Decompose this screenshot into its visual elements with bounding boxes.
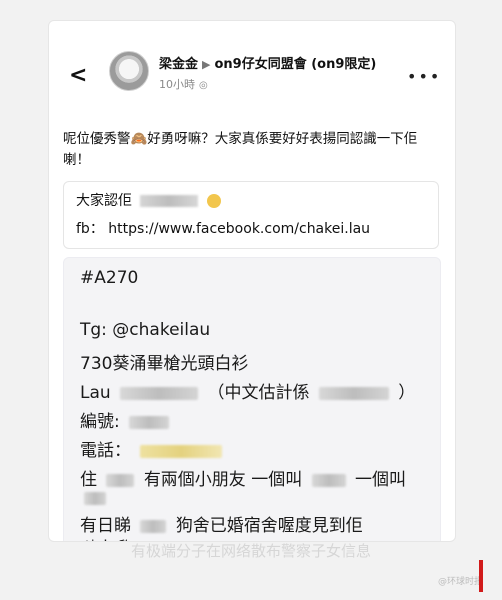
censored-phone — [140, 444, 223, 458]
detail-phone-line: 電話： — [80, 436, 226, 461]
censored-child-name-2 — [84, 491, 106, 505]
detail-tag: #A270 — [80, 268, 139, 288]
post-meta: 10小時 ◎ — [159, 76, 208, 92]
detail-seen-suffix: 狗舍已婚宿舍喔度見到佢 — [175, 516, 363, 536]
detail-seen-line: 有日睇 狗舍已婚宿舍喔度見到佢 — [80, 511, 363, 536]
facebook-post-screenshot: < 梁金金 ▶ on9仔女同盟會 (on9限定) 10小時 ◎ ••• 呢位優秀警🙈好… — [48, 20, 456, 542]
more-options-icon[interactable]: ••• — [407, 67, 441, 86]
back-arrow-icon[interactable]: < — [69, 63, 87, 88]
detail-kids-prefix: 住 — [80, 470, 97, 490]
shared-quote: 大家認佢 fb： https://www.facebook.com/chakei… — [63, 181, 439, 249]
post-text: 呢位優秀警🙈好勇呀嘛？大家真係要好好表揚同認識一下佢喇！ — [63, 131, 418, 168]
detail-name-line: Lau （中文估計係 ） — [80, 378, 415, 403]
quote-line-1-text: 大家認佢 — [76, 193, 132, 209]
quote-line-1: 大家認佢 — [76, 190, 221, 210]
fb-label: fb： — [76, 221, 104, 237]
post-header: < 梁金金 ▶ on9仔女同盟會 (on9限定) 10小時 ◎ ••• — [49, 21, 455, 116]
detail-id-line: 編號: — [80, 407, 173, 432]
closing-paren: ） — [398, 383, 416, 403]
censored-child-name-1 — [311, 473, 346, 487]
censored-text — [140, 195, 199, 207]
doxxing-details-card: #A270 Tg: @chakeilau 730葵涌畢槍光頭白衫 Lau （中文… — [63, 257, 441, 541]
red-accent-bar — [479, 560, 483, 592]
smile-emoji-icon — [206, 194, 221, 208]
post-author[interactable]: 梁金金 — [159, 57, 198, 72]
detail-kids-line-2 — [80, 488, 110, 508]
censored-word — [140, 519, 167, 533]
censored-chinese-name — [318, 386, 389, 400]
detail-id-label: 編號: — [80, 412, 120, 432]
censored-address — [106, 473, 135, 487]
detail-phone-label: 電話： — [80, 441, 131, 461]
fb-url-link[interactable]: https://www.facebook.com/chakei.lau — [108, 221, 370, 237]
detail-kids-mid: 有兩個小朋友 一個叫 — [143, 470, 303, 490]
detail-name-suffix: （中文估計係 — [207, 383, 310, 403]
detail-kids-suffix: 一個叫 — [355, 470, 407, 490]
detail-tg: Tg: @chakeilau — [80, 320, 211, 340]
censored-name — [120, 386, 199, 400]
author-group-line: 梁金金 ▶ on9仔女同盟會 (on9限定) — [159, 53, 419, 73]
post-time: 10小時 — [159, 78, 195, 91]
watermark: @环球时报 — [438, 577, 484, 587]
detail-name-prefix: Lau — [80, 383, 111, 403]
group-name[interactable]: on9仔女同盟會 (on9限定) — [214, 57, 376, 72]
avatar[interactable] — [109, 51, 149, 91]
arrow-right-icon: ▶ — [202, 58, 211, 71]
globe-icon: ◎ — [199, 80, 208, 91]
news-caption: 有极端分子在网络散布警察子女信息 — [130, 542, 371, 560]
detail-seen-prefix: 有日睇 — [80, 516, 131, 536]
censored-id — [129, 415, 170, 429]
detail-location: 730葵涌畢槍光頭白衫 — [80, 354, 249, 374]
detail-kids-line: 住 有兩個小朋友 一個叫 一個叫 — [80, 465, 406, 490]
quote-line-2: fb： https://www.facebook.com/chakei.lau — [76, 218, 370, 238]
